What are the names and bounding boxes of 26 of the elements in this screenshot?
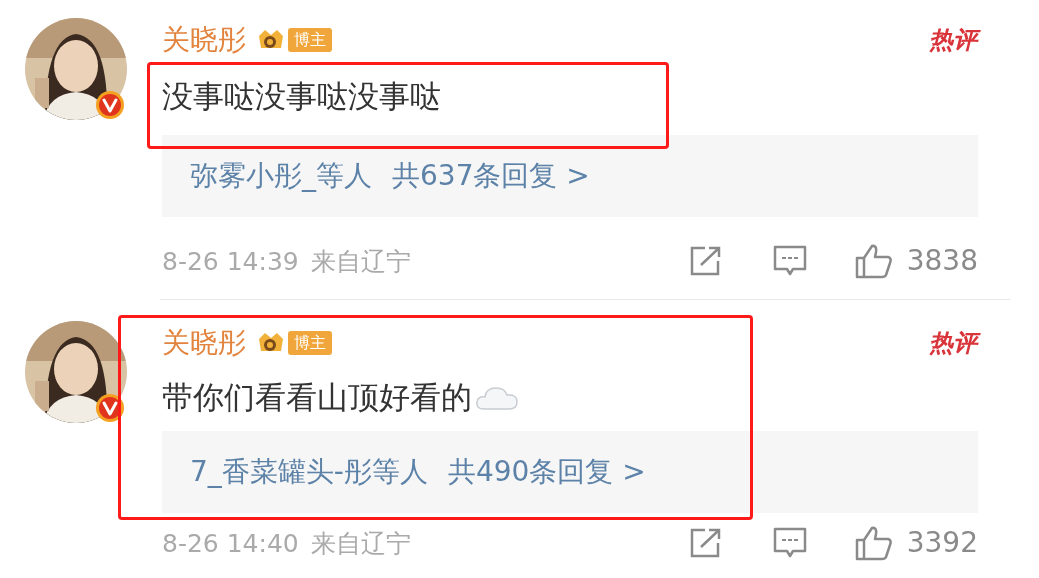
comment-time: 8-26 14:39: [162, 248, 299, 274]
author-name[interactable]: 关晓彤: [162, 26, 246, 54]
share-icon[interactable]: [688, 527, 723, 559]
comment-text: 带你们看看山顶好看的: [162, 377, 1012, 417]
blogger-badge: 博主: [288, 28, 332, 52]
share-icon[interactable]: [688, 245, 723, 277]
thumbs-up-icon[interactable]: [854, 243, 893, 279]
verified-badge-icon: [95, 393, 125, 423]
comment-text: 没事哒没事哒没事哒: [162, 76, 442, 116]
like-count: 3392: [906, 529, 978, 557]
reply-count[interactable]: 共637条回复 >: [392, 162, 590, 190]
comment-time: 8-26 14:40: [162, 530, 299, 556]
author-name[interactable]: 关晓彤: [162, 329, 246, 357]
reply-users[interactable]: 7_香菜罐头-彤等人: [190, 458, 428, 486]
comment-location: 来自辽宁: [310, 530, 411, 556]
thumbs-up-icon[interactable]: [854, 525, 893, 561]
like-count: 3838: [906, 247, 978, 275]
replies-panel[interactable]: 7_香菜罐头-彤等人 共490条回复 >: [162, 431, 978, 513]
comment-icon[interactable]: [772, 526, 807, 560]
comment-icon[interactable]: [772, 244, 807, 278]
reply-users[interactable]: 弥雾小彤_等人: [190, 162, 372, 190]
reply-count[interactable]: 共490条回复 >: [447, 458, 646, 486]
blogger-badge: 博主: [288, 331, 332, 355]
comment-location: 来自辽宁: [310, 248, 411, 274]
replies-panel[interactable]: 弥雾小彤_等人 共637条回复 >: [162, 135, 978, 217]
verified-badge-icon: [95, 90, 125, 120]
